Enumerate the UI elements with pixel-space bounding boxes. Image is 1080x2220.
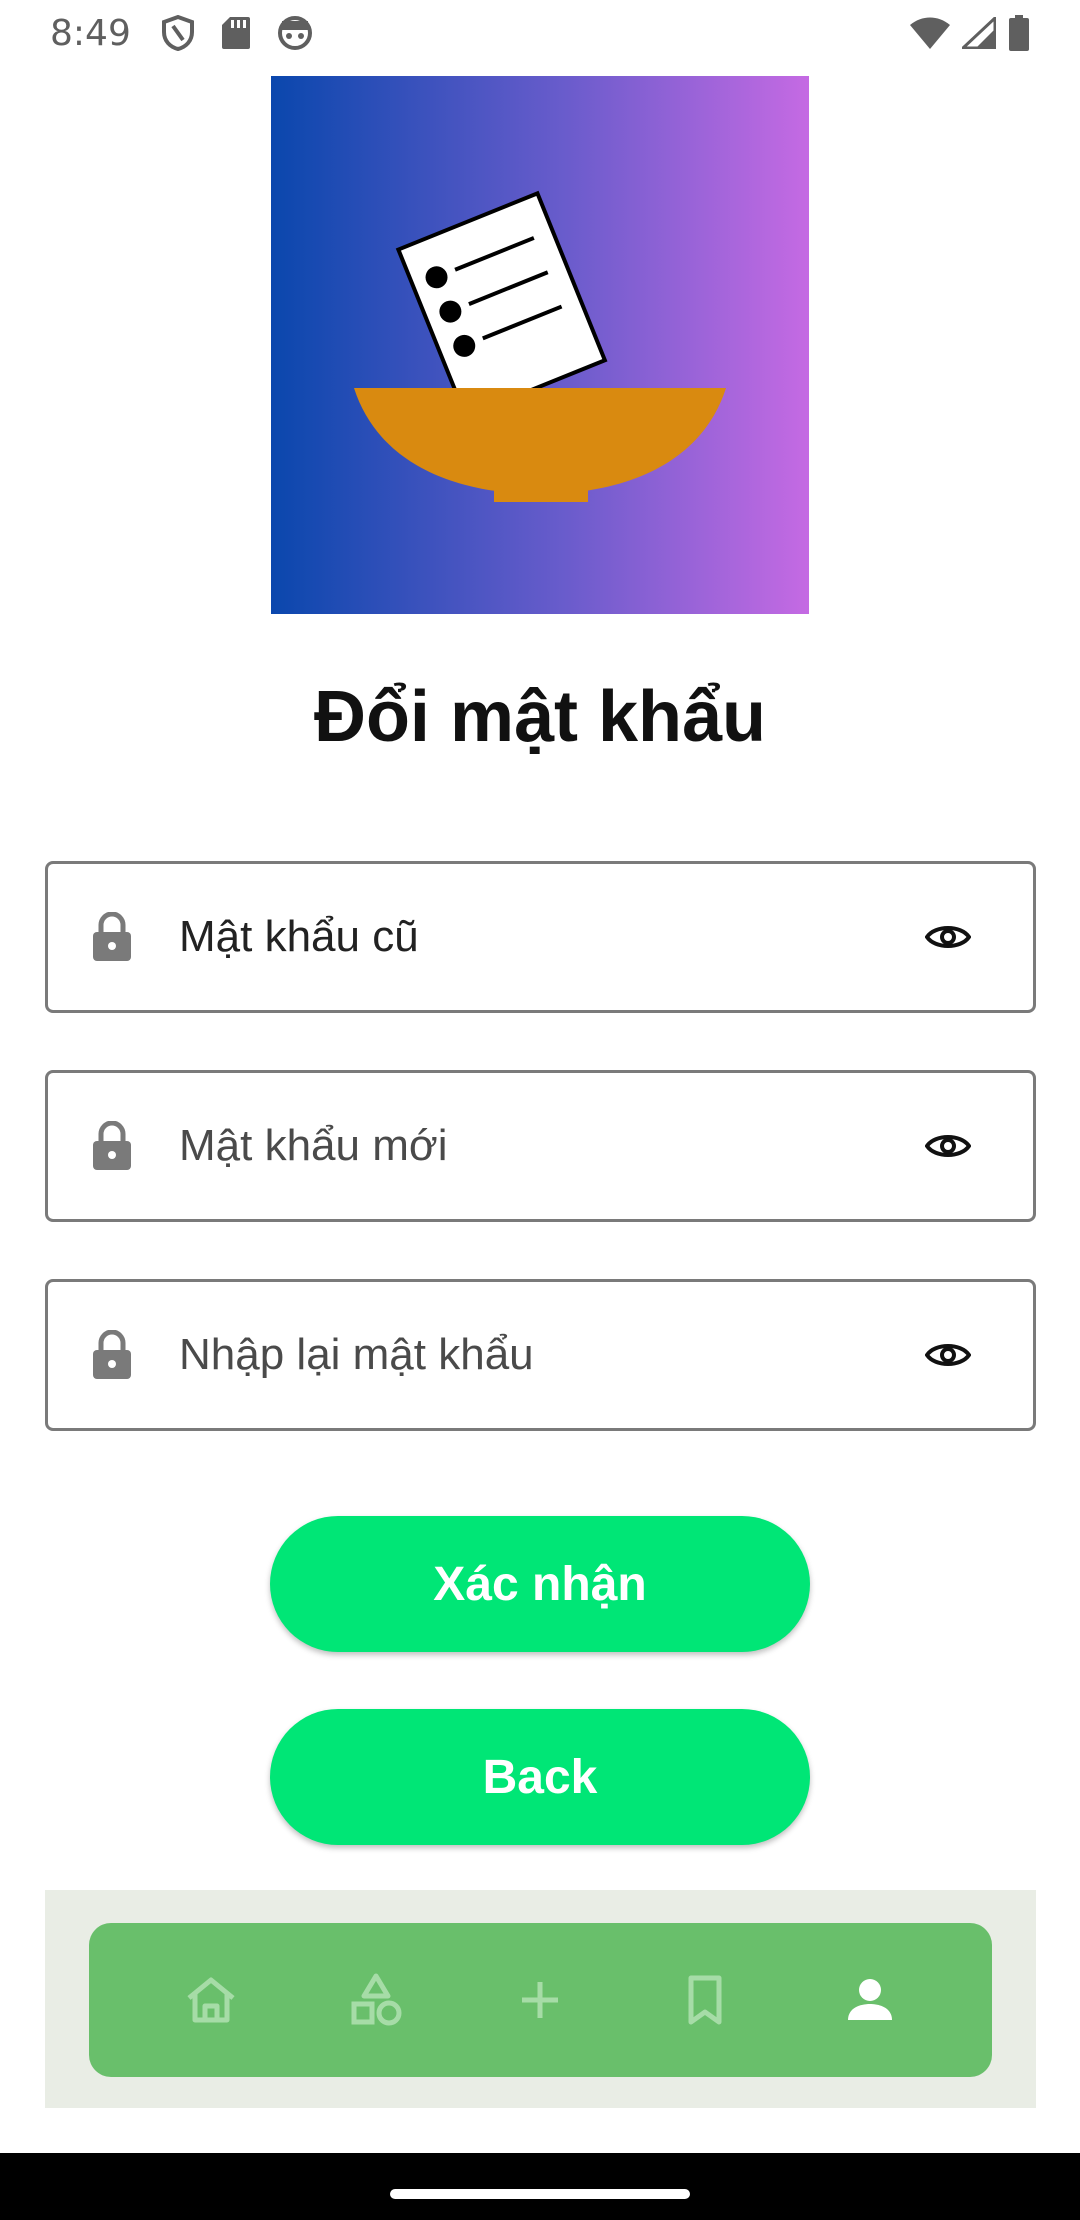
page-title: Đổi mật khẩu (313, 677, 767, 757)
plus-icon (522, 1982, 559, 2018)
shield-icon (161, 15, 195, 51)
new-password-field[interactable]: Mật khẩu mới (45, 1070, 1036, 1222)
wifi-icon (910, 17, 950, 49)
bookmark-icon (688, 1975, 722, 2025)
app-logo (271, 76, 809, 614)
nav-categories[interactable] (331, 1955, 421, 2045)
change-password-screen: 8:49 Đổi mật khẩu Mật khẩu cũ Mật khẩu m… (0, 0, 1080, 2220)
bottom-nav-container (45, 1890, 1036, 2108)
confirm-password-field[interactable]: Nhập lại mật khẩu (45, 1279, 1036, 1431)
home-gesture-handle[interactable] (390, 2189, 690, 2199)
signal-icon (962, 17, 996, 49)
nav-bookmarks[interactable] (660, 1955, 750, 2045)
person-icon (847, 1979, 892, 2020)
nav-profile[interactable] (825, 1955, 915, 2045)
old-password-field[interactable]: Mật khẩu cũ (45, 861, 1036, 1013)
eye-icon[interactable] (925, 1131, 971, 1161)
confirm-password-placeholder[interactable]: Nhập lại mật khẩu (179, 1330, 534, 1380)
confirm-button[interactable]: Xác nhận (270, 1516, 810, 1652)
lock-icon (90, 912, 134, 962)
back-button[interactable]: Back (270, 1709, 810, 1845)
bottom-nav (89, 1923, 992, 2077)
eye-icon[interactable] (925, 1340, 971, 1370)
new-password-placeholder[interactable]: Mật khẩu mới (179, 1121, 448, 1171)
status-left-icons (161, 15, 313, 51)
status-time: 8:49 (50, 12, 131, 54)
nav-add[interactable] (495, 1955, 585, 2045)
nav-home[interactable] (166, 1955, 256, 2045)
android-face-icon (277, 15, 313, 51)
battery-icon (1008, 15, 1030, 51)
status-right-icons (910, 15, 1030, 51)
sd-card-icon (221, 16, 251, 50)
home-icon (187, 1977, 235, 2023)
status-bar: 8:49 (0, 0, 1080, 66)
ballot-box-icon (354, 190, 726, 502)
old-password-value[interactable]: Mật khẩu cũ (179, 912, 419, 962)
shapes-icon (351, 1973, 402, 2026)
lock-icon (90, 1121, 134, 1171)
lock-icon (90, 1330, 134, 1380)
eye-icon[interactable] (925, 922, 971, 952)
system-navigation-bar (0, 2153, 1080, 2220)
